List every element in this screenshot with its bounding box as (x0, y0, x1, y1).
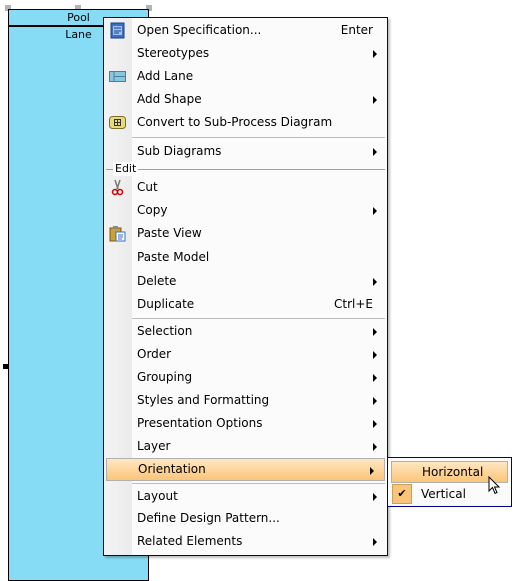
menu-item-label: Open Specification... (137, 23, 262, 37)
menu-item-define-design-pattern[interactable]: Define Design Pattern... (104, 507, 387, 530)
menu-separator (132, 318, 385, 319)
menu-item-convert-to-sub-process-diagram[interactable]: Convert to Sub-Process Diagram (104, 111, 387, 134)
scissors-icon (109, 179, 126, 196)
menu-item-delete[interactable]: Delete (104, 270, 387, 293)
submenu-arrow-icon (373, 207, 377, 215)
menu-item-label: Duplicate (137, 297, 195, 311)
menu-item-duplicate[interactable]: Duplicate Ctrl+E (104, 293, 387, 316)
mouse-cursor-icon (488, 476, 501, 495)
menu-item-sub-diagrams[interactable]: Sub Diagrams (104, 140, 387, 163)
submenu-arrow-icon (373, 50, 377, 58)
menu-item-label: Vertical (421, 487, 466, 501)
checkmark-icon: ✔ (392, 484, 412, 504)
submenu-arrow-icon (373, 374, 377, 382)
menu-item-label: Related Elements (137, 534, 243, 548)
specification-icon (109, 22, 126, 39)
submenu-arrow-icon (373, 443, 377, 451)
menu-item-layout[interactable]: Layout (104, 485, 387, 508)
submenu-arrow-icon (373, 538, 377, 546)
menu-item-label: Add Lane (137, 69, 194, 83)
menu-section-header: Edit (104, 162, 387, 176)
submenu-arrow-icon (373, 420, 377, 428)
submenu-arrow-icon (370, 467, 374, 475)
menu-item-stereotypes[interactable]: Stereotypes (104, 42, 387, 65)
menu-item-label: Orientation (138, 462, 206, 476)
menu-item-label: Order (137, 347, 172, 361)
menu-separator (132, 483, 385, 484)
menu-separator (132, 137, 385, 138)
menu-item-label: Selection (137, 324, 193, 338)
resize-handle[interactable] (3, 364, 8, 369)
menu-item-related-elements[interactable]: Related Elements (104, 530, 387, 553)
menu-item-label: Add Shape (137, 92, 202, 106)
submenu-arrow-icon (373, 96, 377, 104)
menu-item-label: Define Design Pattern... (137, 511, 280, 525)
clipboard-icon (109, 225, 126, 242)
menu-item-selection[interactable]: Selection (104, 320, 387, 343)
divider (106, 169, 385, 170)
add-lane-icon (109, 68, 126, 85)
menu-item-label: Layer (137, 439, 171, 453)
menu-item-add-lane[interactable]: Add Lane (104, 65, 387, 88)
menu-item-label: Grouping (137, 370, 193, 384)
submenu-arrow-icon (373, 148, 377, 156)
menu-item-label: Presentation Options (137, 416, 263, 430)
menu-item-layer[interactable]: Layer (104, 435, 387, 458)
shortcut-label: Ctrl+E (334, 297, 373, 311)
sub-process-icon (109, 114, 126, 131)
menu-item-copy[interactable]: Copy (104, 199, 387, 222)
menu-item-styles-and-formatting[interactable]: Styles and Formatting (104, 389, 387, 412)
menu-item-presentation-options[interactable]: Presentation Options (104, 412, 387, 435)
menu-item-grouping[interactable]: Grouping (104, 366, 387, 389)
menu-item-label: Paste View (137, 226, 202, 240)
menu-item-label: Delete (137, 274, 177, 288)
menu-item-orientation[interactable]: Orientation (106, 458, 385, 481)
submenu-arrow-icon (373, 397, 377, 405)
submenu-arrow-icon (373, 493, 377, 501)
menu-item-label: Stereotypes (137, 46, 210, 60)
menu-item-add-shape[interactable]: Add Shape (104, 88, 387, 111)
menu-item-paste-view[interactable]: Paste View (104, 222, 387, 245)
menu-item-label: Paste Model (137, 250, 210, 264)
shortcut-label: Enter (340, 23, 373, 37)
menu-item-label: Convert to Sub-Process Diagram (137, 115, 333, 129)
menu-item-cut[interactable]: Cut (104, 176, 387, 199)
menu-item-paste-model[interactable]: Paste Model (104, 246, 387, 269)
submenu-arrow-icon (373, 328, 377, 336)
menu-item-label: Horizontal (422, 465, 484, 479)
submenu-arrow-icon (373, 351, 377, 359)
menu-item-label: Styles and Formatting (137, 393, 270, 407)
context-menu: Open Specification... Enter Stereotypes Add… (103, 17, 388, 556)
menu-item-label: Cut (137, 180, 158, 194)
menu-item-label: Layout (137, 489, 178, 503)
submenu-arrow-icon (373, 278, 377, 286)
menu-item-order[interactable]: Order (104, 343, 387, 366)
menu-item-label: Sub Diagrams (137, 144, 222, 158)
menu-item-label: Copy (137, 203, 168, 217)
menu-item-open-specification[interactable]: Open Specification... Enter (104, 19, 387, 42)
section-label: Edit (113, 162, 139, 176)
